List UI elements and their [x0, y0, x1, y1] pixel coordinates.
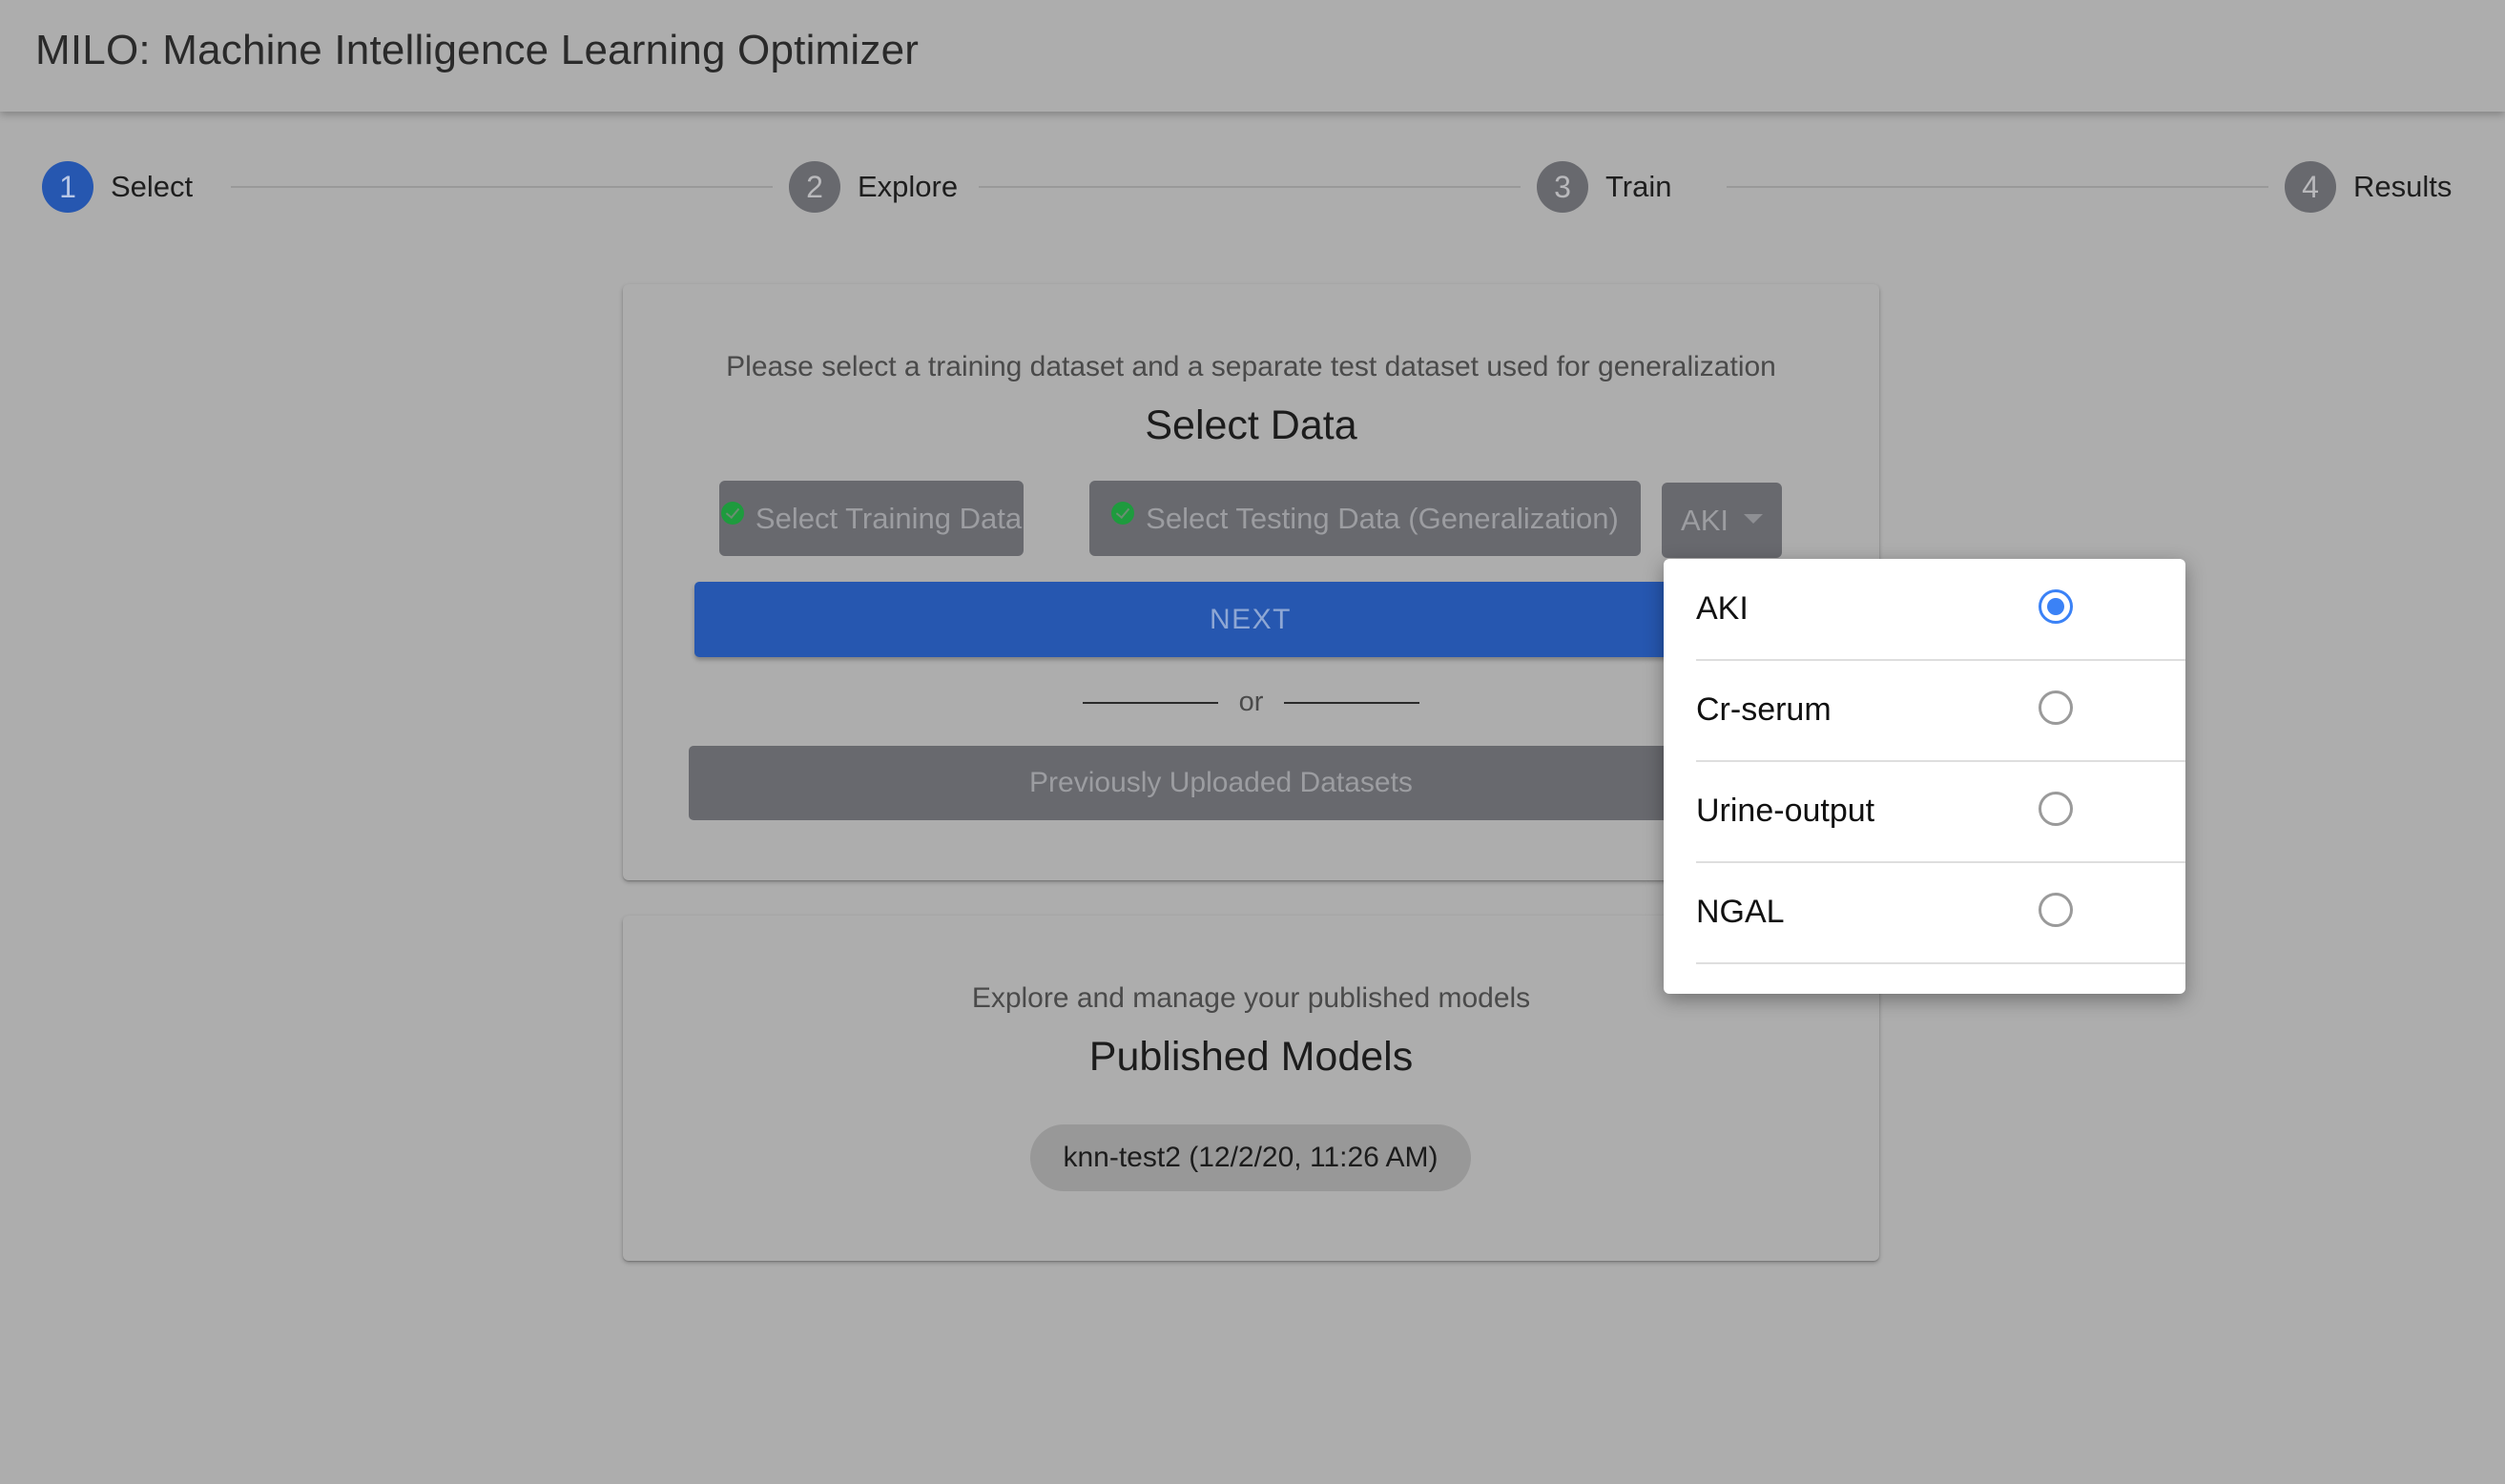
step-label: Results: [2353, 170, 2453, 203]
select-data-heading: Select Data: [1145, 402, 1357, 448]
option-label: Cr-serum: [1696, 691, 1832, 728]
step-number-badge: 2: [789, 161, 840, 213]
step-select[interactable]: 1 Select: [42, 160, 193, 214]
step-train[interactable]: 3 Train: [1537, 160, 1671, 214]
option-label: NGAL: [1696, 894, 1785, 930]
check-circle-icon: [1111, 501, 1135, 525]
published-models-heading: Published Models: [1088, 1034, 1414, 1080]
select-training-data-button[interactable]: Select Training Data: [719, 481, 1024, 556]
radio-unchecked-icon[interactable]: [2039, 690, 2073, 725]
option-label: Urine-output: [1696, 793, 1875, 829]
button-label: Previously Uploaded Datasets: [1029, 767, 1413, 798]
option-label: AKI: [1696, 590, 1749, 627]
step-label: Train: [1605, 170, 1672, 203]
menu-option-cr-serum[interactable]: Cr-serum: [1696, 660, 2185, 762]
radio-unchecked-icon[interactable]: [2039, 893, 2073, 927]
menu-option-aki[interactable]: AKI: [1696, 559, 2185, 661]
step-label: Select: [111, 170, 194, 203]
stepper: 1 Select 2 Explore 3 Train 4 Results: [0, 153, 2505, 221]
radio-checked-icon[interactable]: [2039, 589, 2073, 624]
app-title: MILO: Machine Intelligence Learning Opti…: [35, 27, 920, 73]
step-connector: [979, 186, 1521, 188]
step-number-badge: 3: [1537, 161, 1588, 213]
button-label: Select Training Data: [755, 501, 1023, 535]
caret-down-icon: [1743, 513, 1763, 524]
next-button[interactable]: NEXT: [694, 582, 1811, 657]
step-number-badge: 1: [42, 161, 93, 213]
menu-option-ngal[interactable]: NGAL: [1696, 862, 2185, 964]
step-number-badge: 4: [2285, 161, 2336, 213]
model-label: knn-test2 (12/2/20, 11:26 AM): [1063, 1142, 1439, 1173]
target-select-value: AKI: [1681, 503, 1729, 537]
target-dropdown-menu: AKI Cr-serum Urine-output NGAL: [1664, 559, 2185, 994]
previously-uploaded-datasets-button[interactable]: Previously Uploaded Datasets: [689, 746, 1795, 820]
published-model-chip[interactable]: knn-test2 (12/2/20, 11:26 AM): [1030, 1124, 1471, 1191]
app-bar: MILO: Machine Intelligence Learning Opti…: [0, 0, 2505, 112]
step-label: Explore: [858, 170, 959, 203]
step-results[interactable]: 4 Results: [2285, 160, 2452, 214]
target-select-button[interactable]: AKI: [1662, 483, 1782, 558]
next-button-label: NEXT: [1209, 603, 1292, 635]
select-data-subtitle: Please select a training dataset and a s…: [726, 351, 1776, 382]
select-testing-data-button[interactable]: Select Testing Data (Generalization): [1089, 481, 1641, 556]
step-connector: [231, 186, 773, 188]
radio-unchecked-icon[interactable]: [2039, 792, 2073, 826]
check-circle-icon: [720, 501, 744, 525]
step-connector: [1727, 186, 2268, 188]
step-explore[interactable]: 2 Explore: [789, 160, 958, 214]
button-label: Select Testing Data (Generalization): [1146, 501, 1619, 535]
menu-option-urine-output[interactable]: Urine-output: [1696, 761, 2185, 863]
